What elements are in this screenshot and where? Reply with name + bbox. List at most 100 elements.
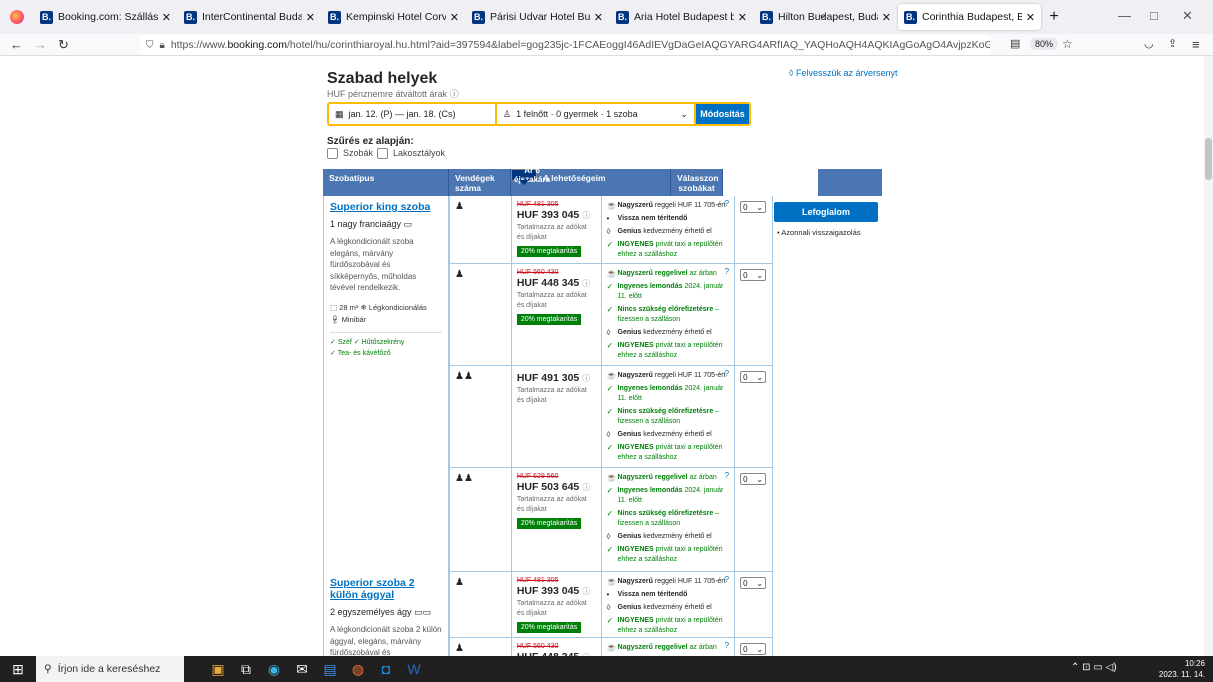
current-price: HUF 393 045 ⓘ bbox=[517, 209, 596, 221]
extensions-icon[interactable]: ⇪ bbox=[1168, 37, 1177, 50]
menu-icon[interactable]: ≡ bbox=[1192, 37, 1200, 52]
option-bold: INGYENES bbox=[617, 241, 654, 248]
tab-list-chevron-icon[interactable]: ⌄ bbox=[818, 8, 827, 21]
room-type-cell: Superior szoba 2 külön ággyal 2 egyszemé… bbox=[323, 572, 449, 656]
booking-favicon-icon: B. bbox=[40, 10, 53, 24]
store-icon[interactable]: ▣ bbox=[204, 661, 232, 678]
close-tab-icon[interactable]: ✕ bbox=[162, 11, 171, 24]
lock-icon[interactable]: 🔒︎ bbox=[160, 40, 165, 51]
room-quantity-select[interactable]: 0 ⌄ bbox=[740, 473, 767, 485]
browser-tab[interactable]: B. Párisi Udvar Hotel Budapest, pa ✕ bbox=[466, 4, 609, 30]
filter-apartments[interactable]: Lakosztályok bbox=[377, 148, 445, 160]
close-tab-icon[interactable]: ✕ bbox=[1026, 11, 1035, 24]
firefox-icon[interactable] bbox=[10, 10, 24, 24]
guest-count: ♟♟ bbox=[449, 468, 511, 571]
original-price: HUF 481 305 bbox=[516, 577, 559, 584]
word-icon[interactable]: W bbox=[400, 661, 428, 677]
info-icon[interactable]: ⓘ bbox=[582, 483, 590, 492]
option-text: kedvezmény érhető el bbox=[641, 431, 712, 438]
modify-button[interactable]: Módosítás bbox=[696, 104, 749, 124]
option-icon: ✓ bbox=[606, 443, 614, 452]
maximize-icon[interactable]: □ bbox=[1150, 8, 1158, 23]
reload-icon[interactable]: ↻ bbox=[58, 37, 69, 53]
guest-icon: ♟ bbox=[455, 269, 464, 280]
task-view-icon[interactable]: ⧉ bbox=[232, 661, 260, 678]
bookmark-star-icon[interactable]: ☆ bbox=[1062, 37, 1073, 51]
scrollbar-thumb[interactable] bbox=[1205, 138, 1212, 180]
url-bar[interactable]: ⛉ 🔒︎ https://www. booking.com/hotel/hu/co… bbox=[140, 35, 990, 55]
info-icon[interactable]: ⓘ bbox=[582, 279, 590, 288]
chevron-down-icon: ⌄ bbox=[756, 270, 764, 280]
table-row: ♟ HUF 481 305 HUF 393 045 ⓘ Tartalmazza az … bbox=[449, 196, 773, 264]
mail-icon[interactable]: ✉ bbox=[288, 661, 316, 678]
explorer-icon[interactable]: ▤ bbox=[316, 661, 344, 678]
edge-icon[interactable]: ◉ bbox=[260, 661, 288, 678]
room-name-link[interactable]: Superior szoba 2 külön ággyal bbox=[330, 577, 442, 601]
filter-rooms[interactable]: Szobák bbox=[327, 148, 373, 160]
current-price: HUF 503 645 ⓘ bbox=[517, 481, 596, 493]
close-tab-icon[interactable]: ✕ bbox=[450, 11, 459, 24]
pocket-icon[interactable]: ◡ bbox=[1144, 37, 1154, 50]
close-tab-icon[interactable]: ✕ bbox=[306, 11, 315, 24]
reader-view-icon[interactable]: ▤ bbox=[1010, 37, 1020, 50]
option-icon: ☕ bbox=[606, 201, 617, 210]
browser-tab[interactable]: B. InterContinental Budapest, an I ✕ bbox=[178, 4, 321, 30]
date-field[interactable]: ▦ jan. 12. (P) — jan. 18. (Cs) bbox=[329, 104, 495, 124]
feature-tea: Tea- és kávéfőző bbox=[337, 349, 391, 357]
price-cell: HUF 560 430 HUF 448 345 ⓘ Tartalmazza az a… bbox=[510, 264, 601, 365]
zoom-level[interactable]: 80% bbox=[1030, 38, 1059, 50]
date-range: jan. 12. (P) — jan. 18. (Cs) bbox=[348, 109, 456, 119]
browser-tab[interactable]: B. Corinthia Budapest, Budapest ✕ bbox=[898, 4, 1041, 30]
room-quantity-select[interactable]: 0 ⌄ bbox=[740, 643, 767, 655]
options-cell: ?☕Nagyszerű reggelivel az árban✓Ingyenes… bbox=[600, 468, 735, 571]
room-quantity-select[interactable]: 0 ⌄ bbox=[740, 577, 767, 589]
option-bold: INGYENES bbox=[617, 444, 654, 451]
forward-icon[interactable]: → bbox=[34, 37, 47, 52]
close-tab-icon[interactable]: ✕ bbox=[738, 11, 747, 24]
browser-tab[interactable]: B. Booking.com: Szállások itt: Bud ✕ bbox=[34, 4, 177, 30]
tax-note: Tartalmazza az adókat és díjakat bbox=[516, 292, 587, 309]
page-content: Szabad helyek HUF pénznemre átváltott ár… bbox=[0, 56, 1213, 656]
info-icon[interactable]: ⓘ bbox=[582, 211, 590, 220]
book-button[interactable]: Lefoglalom bbox=[774, 202, 878, 222]
room-name-link[interactable]: Superior king szoba bbox=[330, 201, 442, 213]
price-value: HUF 393 045 bbox=[516, 585, 580, 597]
windows-start-icon[interactable]: ⊞ bbox=[0, 656, 36, 682]
firefox-taskbar-icon[interactable]: ◍ bbox=[344, 661, 372, 678]
room-quantity-select[interactable]: 0 ⌄ bbox=[740, 201, 767, 213]
tax-note: Tartalmazza az adókat és díjakat bbox=[516, 387, 587, 404]
search-icon: ⚲ bbox=[44, 663, 52, 675]
rooms-checkbox[interactable] bbox=[327, 148, 338, 160]
guests-field[interactable]: ♙ 1 felnőtt · 0 gyermek · 1 szoba ⌄ bbox=[497, 104, 694, 124]
taskbar-search[interactable]: ⚲ Írjon ide a kereséshez bbox=[36, 656, 184, 682]
quantity-value: 0 bbox=[743, 202, 748, 212]
back-icon[interactable]: ← bbox=[10, 37, 23, 52]
system-tray-icons[interactable]: ⌃ ⊡ ▭ ◁) bbox=[1071, 662, 1117, 673]
option-item: ◊ Genius kedvezmény érhető el bbox=[607, 603, 730, 613]
close-window-icon[interactable]: ✕ bbox=[1182, 8, 1193, 24]
info-icon[interactable]: ⓘ bbox=[582, 374, 590, 383]
calendar-icon: ▦ bbox=[335, 108, 344, 119]
bed-text: 1 nagy franciaágy bbox=[330, 219, 402, 229]
outlook-icon[interactable]: ◘ bbox=[372, 661, 400, 677]
new-tab-icon[interactable]: + bbox=[1042, 8, 1066, 26]
close-tab-icon[interactable]: ✕ bbox=[882, 11, 891, 24]
apartments-checkbox[interactable] bbox=[377, 148, 389, 160]
browser-tab[interactable]: B. Kempinski Hotel Corvinus Buda ✕ bbox=[322, 4, 465, 30]
twin-bed-icon: ▭▭ bbox=[414, 607, 432, 617]
option-icon: ◊ bbox=[606, 532, 611, 541]
table-row: ♟♟ HUF 629 560 HUF 503 645 ⓘ Tartalmazza az… bbox=[449, 468, 773, 572]
room-quantity-select[interactable]: 0 ⌄ bbox=[740, 269, 767, 281]
header-price[interactable]: Ár 6 éjszakára bbox=[511, 166, 550, 185]
browser-tab[interactable]: B. Aria Hotel Budapest by Library ✕ bbox=[610, 4, 753, 30]
shield-icon[interactable]: ⛉ bbox=[146, 40, 154, 51]
info-icon[interactable]: ⓘ bbox=[582, 587, 590, 596]
option-icon: ✓ bbox=[606, 407, 614, 416]
room-quantity-select[interactable]: 0 ⌄ bbox=[740, 371, 767, 383]
feature-list: ✓ Széf ✓ Hűtőszekrény ✓ Tea- és kávéfőző bbox=[330, 331, 442, 359]
clock[interactable]: 10:26 2023. 11. 14. bbox=[1159, 658, 1205, 680]
close-tab-icon[interactable]: ✕ bbox=[594, 11, 603, 24]
minimize-icon[interactable]: — bbox=[1118, 8, 1131, 23]
info-icon[interactable]: ⓘ bbox=[450, 89, 459, 99]
price-match-link[interactable]: ◊ Felvesszük az árversenyt bbox=[789, 68, 898, 78]
